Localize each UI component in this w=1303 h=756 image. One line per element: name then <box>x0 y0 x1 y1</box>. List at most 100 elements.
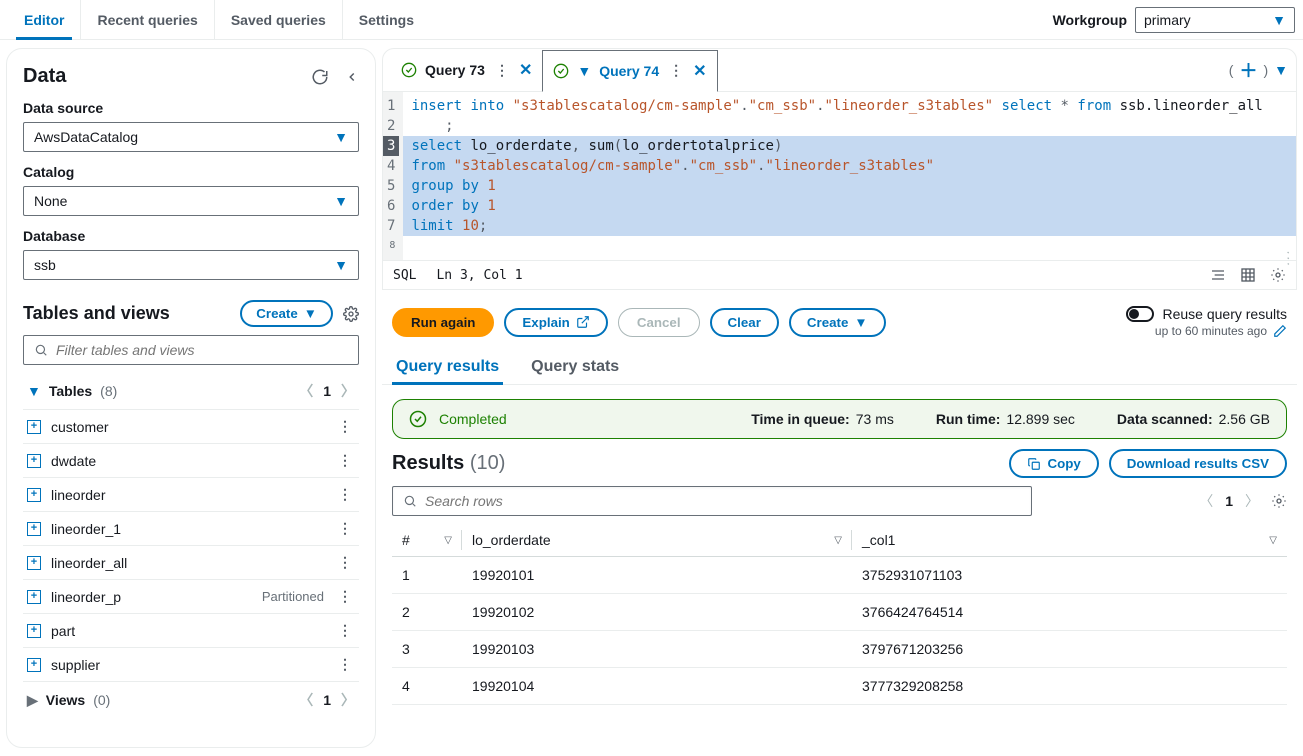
queue-label: Time in queue: <box>751 411 850 427</box>
sql-editor[interactable]: 1 2 3 4 5 6 7 8 insert into "s3tablescat… <box>382 92 1297 290</box>
table-menu-icon[interactable]: ⋮ <box>334 554 355 571</box>
table-row[interactable]: +lineorder⋮ <box>23 478 359 512</box>
table-row[interactable]: + dwdate ⋮ <box>23 444 359 478</box>
table-menu-icon[interactable]: ⋮ <box>334 486 355 503</box>
results-cell: 3766424764514 <box>852 594 1287 631</box>
caret-down-icon: ▼ <box>1272 12 1286 28</box>
tables-prev-icon[interactable]: 〈 <box>299 381 313 401</box>
table-row[interactable]: + supplier ⋮ <box>23 648 359 682</box>
table-menu-icon[interactable]: ⋮ <box>334 452 355 469</box>
query-tab-74[interactable]: ▼ Query 74 ⋮ ✕ <box>542 50 717 92</box>
tab-query-stats[interactable]: Query stats <box>527 350 623 384</box>
table-row[interactable]: +customer⋮ <box>23 410 359 444</box>
tables-tree-header[interactable]: ▼ Tables (8) 〈 1 〉 <box>23 373 359 410</box>
caret-down-icon[interactable]: ▼ <box>577 63 591 79</box>
results-cell: 19920104 <box>462 668 852 705</box>
results-next-icon[interactable]: 〉 <box>1245 491 1259 511</box>
sort-icon[interactable]: ▽ <box>834 535 842 546</box>
filter-input-wrapper[interactable] <box>23 335 359 365</box>
tab-settings[interactable]: Settings <box>343 0 430 39</box>
create-query-button[interactable]: Create ▼ <box>789 308 886 337</box>
tab-menu-icon[interactable]: ⋮ <box>493 62 511 79</box>
copy-button[interactable]: Copy <box>1009 449 1098 478</box>
reuse-toggle[interactable] <box>1126 306 1154 322</box>
download-csv-button[interactable]: Download results CSV <box>1109 449 1287 478</box>
table-expand-icon[interactable]: + <box>27 488 41 502</box>
tab-query-results[interactable]: Query results <box>392 350 503 384</box>
workgroup-selector: Workgroup primary ▼ <box>1053 7 1295 33</box>
results-cell: 3 <box>392 631 462 668</box>
table-menu-icon[interactable]: ⋮ <box>334 418 355 435</box>
data-source-label: Data source <box>23 100 359 116</box>
scanned-value: 2.56 GB <box>1219 411 1270 427</box>
results-row[interactable]: 2199201023766424764514 <box>392 594 1287 631</box>
create-button[interactable]: Create ▼ <box>240 300 333 327</box>
sort-icon[interactable]: ▽ <box>1269 535 1277 546</box>
catalog-dropdown[interactable]: None ▼ <box>23 186 359 216</box>
views-prev-icon[interactable]: 〈 <box>299 690 313 710</box>
grid-icon[interactable] <box>1240 267 1256 283</box>
tab-menu-icon[interactable]: ⋮ <box>667 62 685 79</box>
clear-button[interactable]: Clear <box>710 308 779 337</box>
table-name: supplier <box>51 657 324 673</box>
results-search-input[interactable] <box>425 493 1021 509</box>
results-row[interactable]: 3199201033797671203256 <box>392 631 1287 668</box>
status-banner: Completed Time in queue:73 ms Run time:1… <box>392 399 1287 439</box>
edit-icon[interactable] <box>1273 324 1287 338</box>
views-page-num: 1 <box>323 692 331 708</box>
gear-icon[interactable] <box>1270 267 1286 283</box>
views-tree-header[interactable]: ▶ Views (0) 〈 1 〉 <box>23 682 359 718</box>
caret-down-icon: ▼ <box>334 129 348 145</box>
workgroup-value: primary <box>1144 12 1191 28</box>
tab-recent-queries[interactable]: Recent queries <box>81 0 214 39</box>
code-area[interactable]: insert into "s3tablescatalog/cm-sample".… <box>403 92 1296 260</box>
table-expand-icon[interactable]: + <box>27 522 41 536</box>
format-icon[interactable] <box>1210 267 1226 283</box>
results-row[interactable]: 4199201043777329208258 <box>392 668 1287 705</box>
col-col1[interactable]: _col1▽ <box>852 524 1287 557</box>
results-search-wrapper[interactable] <box>392 486 1032 516</box>
tab-saved-queries[interactable]: Saved queries <box>215 0 343 39</box>
editor-lang: SQL <box>393 268 416 283</box>
data-source-dropdown[interactable]: AwsDataCatalog ▼ <box>23 122 359 152</box>
tab-editor[interactable]: Editor <box>8 0 81 39</box>
results-row[interactable]: 1199201013752931071103 <box>392 557 1287 594</box>
table-name: dwdate <box>51 453 324 469</box>
caret-down-icon: ▼ <box>334 193 348 209</box>
table-menu-icon[interactable]: ⋮ <box>334 656 355 673</box>
sort-icon[interactable]: ▽ <box>444 535 452 546</box>
filter-input[interactable] <box>56 342 348 358</box>
tables-next-icon[interactable]: 〉 <box>341 381 355 401</box>
table-menu-icon[interactable]: ⋮ <box>334 588 355 605</box>
collapse-panel-icon[interactable] <box>345 70 359 84</box>
workgroup-dropdown[interactable]: primary ▼ <box>1135 7 1295 33</box>
refresh-icon[interactable] <box>311 68 329 86</box>
table-menu-icon[interactable]: ⋮ <box>334 622 355 639</box>
table-expand-icon[interactable]: + <box>27 556 41 570</box>
table-row[interactable]: +lineorder_1⋮ <box>23 512 359 546</box>
results-prev-icon[interactable]: 〈 <box>1199 491 1213 511</box>
table-row[interactable]: +part⋮ <box>23 614 359 648</box>
run-again-button[interactable]: Run again <box>392 308 494 337</box>
tab-close-icon[interactable]: ✕ <box>693 61 706 81</box>
table-expand-icon[interactable]: + <box>27 624 41 638</box>
database-dropdown[interactable]: ssb ▼ <box>23 250 359 280</box>
query-tab-73[interactable]: Query 73 ⋮ ✕ <box>391 49 542 91</box>
table-row[interactable]: +lineorder_pPartitioned⋮ <box>23 580 359 614</box>
table-expand-icon[interactable]: + <box>27 590 41 604</box>
new-tab-icon[interactable]: ＋ <box>1239 57 1257 83</box>
views-next-icon[interactable]: 〉 <box>341 690 355 710</box>
col-index[interactable]: #▽ <box>392 524 462 557</box>
table-row[interactable]: +lineorder_all⋮ <box>23 546 359 580</box>
col-orderdate[interactable]: lo_orderdate▽ <box>462 524 852 557</box>
paren-close: ) <box>1263 62 1268 78</box>
explain-button[interactable]: Explain <box>504 308 607 337</box>
table-menu-icon[interactable]: ⋮ <box>334 520 355 537</box>
table-expand-icon[interactable]: + <box>27 420 41 434</box>
gear-icon[interactable] <box>1271 493 1287 509</box>
table-expand-icon[interactable]: + <box>27 658 41 672</box>
tab-close-icon[interactable]: ✕ <box>519 60 532 80</box>
table-expand-icon[interactable]: + <box>27 454 41 468</box>
gear-icon[interactable] <box>343 306 359 322</box>
tabs-overflow-icon[interactable]: ▼ <box>1274 62 1288 78</box>
